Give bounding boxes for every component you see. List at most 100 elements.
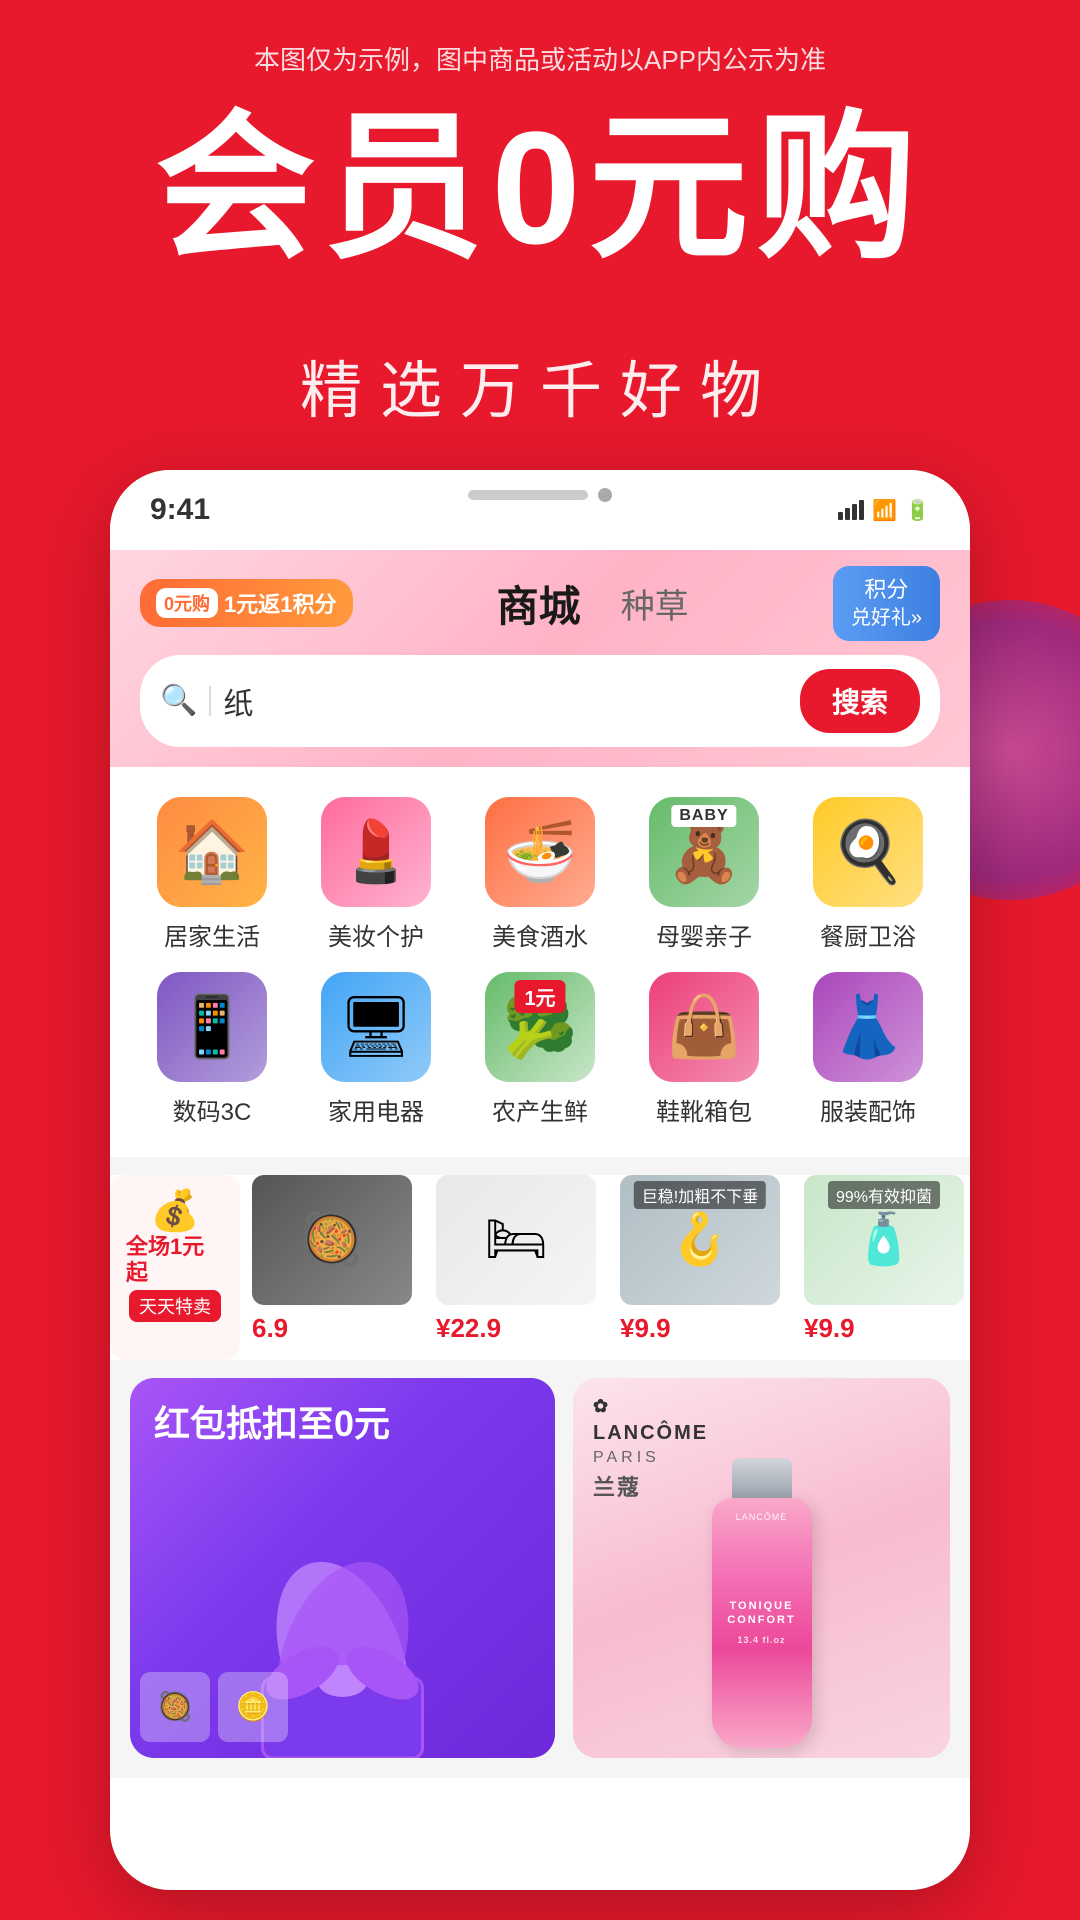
category-label-beauty: 美妆个护 bbox=[328, 917, 424, 952]
brand-name: LANCÔME bbox=[593, 1419, 708, 1447]
kitchen-emoji: 🍳 bbox=[831, 816, 906, 887]
phone-mockup: 9:41 📶 🔋 0元购 1元返1积分 商城 种草 bbox=[110, 470, 970, 1890]
category-item-food[interactable]: 🍜 美食酒水 bbox=[458, 797, 622, 952]
product-item-4[interactable]: 🧴 99%有效抑菌 ¥9.9 bbox=[792, 1175, 970, 1360]
battery-icon: 🔋 bbox=[905, 498, 930, 523]
yuan-badge: 1元 bbox=[514, 980, 565, 1013]
category-label-shoes: 鞋靴箱包 bbox=[656, 1092, 752, 1127]
points-line2: 兑好礼» bbox=[851, 605, 922, 631]
banner-left-title: 红包抵扣至0元 bbox=[154, 1402, 531, 1445]
category-label-farm: 农产生鲜 bbox=[492, 1092, 588, 1127]
category-icon-appliance: 🖥 bbox=[321, 972, 431, 1082]
signal-bar-2 bbox=[845, 508, 850, 520]
category-item-appliance[interactable]: 🖥 家用电器 bbox=[294, 972, 458, 1127]
category-grid: 🏠 居家生活 💄 美妆个护 🍜 美食酒水 bbox=[130, 797, 950, 1127]
product-price-3: ¥9.9 bbox=[620, 1313, 671, 1343]
product-price-4: ¥9.9 bbox=[804, 1313, 855, 1343]
category-label-digital: 数码3C bbox=[173, 1092, 252, 1127]
bottle-body: TONIQUE CONFORT 13.4 fl.oz LANCÔME bbox=[712, 1498, 812, 1748]
category-icon-home: 🏠 bbox=[157, 797, 267, 907]
category-item-kitchen[interactable]: 🍳 餐厨卫浴 bbox=[786, 797, 950, 952]
category-icon-fashion: 👗 bbox=[813, 972, 923, 1082]
banner-left[interactable]: 红包抵扣至0元 bbox=[130, 1378, 555, 1758]
badge-zero-yuan: 0元购 bbox=[156, 588, 218, 618]
signal-bar-4 bbox=[859, 500, 864, 520]
hero-title: 会员0元购 bbox=[0, 100, 1080, 276]
category-label-baby: 母婴亲子 bbox=[656, 917, 752, 952]
app-header: 0元购 1元返1积分 商城 种草 积分 兑好礼» 🔍 纸 搜索 bbox=[110, 550, 970, 767]
banner-section: 红包抵扣至0元 bbox=[110, 1378, 970, 1778]
tab-shop[interactable]: 商城 bbox=[497, 573, 581, 634]
phone-notch bbox=[468, 488, 612, 502]
points-line1: 积分 bbox=[851, 576, 922, 605]
sale-subtitle: 天天特卖 bbox=[129, 1290, 221, 1322]
beauty-emoji: 💄 bbox=[339, 816, 414, 887]
category-icon-baby: 🧸 BABY bbox=[649, 797, 759, 907]
nav-tabs: 商城 种草 bbox=[497, 573, 689, 634]
category-item-digital[interactable]: 📱 数码3C bbox=[130, 972, 294, 1127]
notch-bar bbox=[468, 490, 588, 500]
category-icon-farm: 🥦 1元 bbox=[485, 972, 595, 1082]
category-item-fashion[interactable]: 👗 服装配饰 bbox=[786, 972, 950, 1127]
product-item-2[interactable]: 🛏 ¥22.9 bbox=[424, 1175, 608, 1360]
category-label-kitchen: 餐厨卫浴 bbox=[820, 917, 916, 952]
category-icon-kitchen: 🍳 bbox=[813, 797, 923, 907]
product-item-3[interactable]: 🪝 巨稳!加粗不下垂 ¥9.9 bbox=[608, 1175, 792, 1360]
category-label-home: 居家生活 bbox=[164, 917, 260, 952]
shoes-emoji: 👜 bbox=[667, 991, 742, 1062]
disclaimer-text: 本图仅为示例，图中商品或活动以APP内公示为准 bbox=[0, 40, 1080, 77]
food-emoji: 🍜 bbox=[503, 816, 578, 887]
signal-bar-3 bbox=[852, 504, 857, 520]
member-badge[interactable]: 0元购 1元返1积分 bbox=[140, 579, 353, 627]
points-banner[interactable]: 积分 兑好礼» bbox=[833, 566, 940, 641]
product-image-2: 🛏 bbox=[436, 1175, 596, 1305]
product-emoji-4: 🧴 bbox=[853, 1210, 915, 1269]
category-item-beauty[interactable]: 💄 美妆个护 bbox=[294, 797, 458, 952]
category-icon-shoes: 👜 bbox=[649, 972, 759, 1082]
fashion-emoji: 👗 bbox=[831, 991, 906, 1062]
mini-product-2: 🪙 bbox=[218, 1672, 288, 1742]
header-top-row: 0元购 1元返1积分 商城 种草 积分 兑好礼» bbox=[140, 566, 940, 641]
banner-items-row: 🥘 🪙 bbox=[140, 1672, 288, 1742]
sale-icon: 💰 bbox=[150, 1187, 200, 1234]
category-item-baby[interactable]: 🧸 BABY 母婴亲子 bbox=[622, 797, 786, 952]
product-image-1: 🥘 bbox=[252, 1175, 412, 1305]
brand-icon: ✿ bbox=[593, 1394, 708, 1419]
category-item-shoes[interactable]: 👜 鞋靴箱包 bbox=[622, 972, 786, 1127]
category-item-home[interactable]: 🏠 居家生活 bbox=[130, 797, 294, 952]
tab-discover[interactable]: 种草 bbox=[621, 579, 689, 628]
product-tag-4: 99%有效抑菌 bbox=[828, 1181, 940, 1209]
bottle-image: TONIQUE CONFORT 13.4 fl.oz LANCÔME bbox=[687, 1458, 837, 1758]
search-input-text[interactable]: 纸 bbox=[223, 679, 788, 723]
sale-badge[interactable]: 💰 全场1元起 天天特卖 bbox=[110, 1175, 240, 1360]
product-image-3: 🪝 巨稳!加粗不下垂 bbox=[620, 1175, 780, 1305]
search-icon: 🔍 bbox=[160, 683, 197, 718]
category-label-food: 美食酒水 bbox=[492, 917, 588, 952]
search-divider bbox=[209, 686, 211, 716]
bottle-brand: LANCÔME bbox=[736, 1512, 788, 1522]
product-tag-3: 巨稳!加粗不下垂 bbox=[634, 1181, 766, 1209]
product-item-1[interactable]: 🥘 6.9 bbox=[240, 1175, 424, 1360]
product-emoji-3: 🪝 bbox=[669, 1210, 731, 1269]
baby-emoji: 🧸 bbox=[667, 816, 742, 887]
banner-right[interactable]: ✿ LANCÔME PARIS 兰蔻 TONIQUE CONFORT 13.4 … bbox=[573, 1378, 950, 1758]
category-icon-food: 🍜 bbox=[485, 797, 595, 907]
bottle-cap bbox=[732, 1458, 792, 1498]
category-label-fashion: 服装配饰 bbox=[820, 1092, 916, 1127]
product-image-4: 🧴 99%有效抑菌 bbox=[804, 1175, 964, 1305]
product-emoji-1: 🥘 bbox=[301, 1210, 363, 1269]
notch-dot bbox=[598, 488, 612, 502]
products-section: 💰 全场1元起 天天特卖 🥘 6.9 bbox=[110, 1175, 970, 1360]
status-icons: 📶 🔋 bbox=[838, 498, 930, 523]
category-icon-digital: 📱 bbox=[157, 972, 267, 1082]
mini-product-1: 🥘 bbox=[140, 1672, 210, 1742]
category-item-farm[interactable]: 🥦 1元 农产生鲜 bbox=[458, 972, 622, 1127]
category-icon-beauty: 💄 bbox=[321, 797, 431, 907]
baby-badge: BABY bbox=[671, 805, 736, 827]
category-label-appliance: 家用电器 bbox=[328, 1092, 424, 1127]
banner-decoration: 🥘 🪙 bbox=[130, 1498, 555, 1758]
status-time: 9:41 bbox=[150, 493, 210, 527]
digital-emoji: 📱 bbox=[175, 991, 250, 1062]
search-bar: 🔍 纸 搜索 bbox=[140, 655, 940, 747]
search-button[interactable]: 搜索 bbox=[800, 669, 920, 733]
